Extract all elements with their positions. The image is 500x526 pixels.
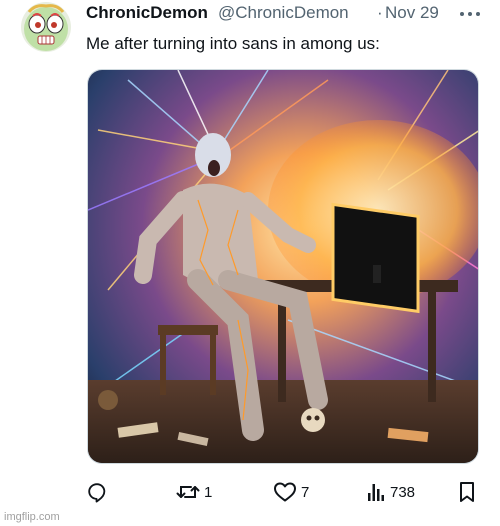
more-dot-icon [460,12,464,16]
watermark: imgflip.com [4,511,60,523]
views-button[interactable]: 738 [366,479,415,505]
retweet-icon [176,486,200,498]
tweet-text: Me after turning into sans in among us: [86,34,380,53]
reply-button[interactable] [86,479,112,505]
cartoon-face-avatar-icon [21,2,71,52]
tweet-header: ChronicDemon @ChronicDemon · Nov 29 [86,2,486,26]
retweet-button[interactable]: 1 [176,479,212,505]
tweet-actions-bar: 1 7 738 [0,479,500,505]
bookmark-icon [460,482,474,502]
ai-art-image-icon [88,70,478,463]
like-count: 7 [301,483,310,501]
like-button[interactable]: 7 [273,479,309,505]
separator-dot: · [375,2,383,24]
more-dot-icon [468,12,472,16]
avatar[interactable] [21,2,71,52]
more-options-button[interactable] [458,6,482,22]
more-dot-icon [476,12,480,16]
views-icon [368,484,384,501]
tweet-media-image[interactable] [87,69,479,464]
retweet-count: 1 [204,483,213,501]
reply-icon [88,483,106,503]
display-name[interactable]: ChronicDemon [86,2,208,24]
timestamp[interactable]: Nov 29 [385,2,439,24]
bookmark-button[interactable] [457,479,477,505]
views-count: 738 [390,483,416,501]
heart-icon [274,482,296,502]
